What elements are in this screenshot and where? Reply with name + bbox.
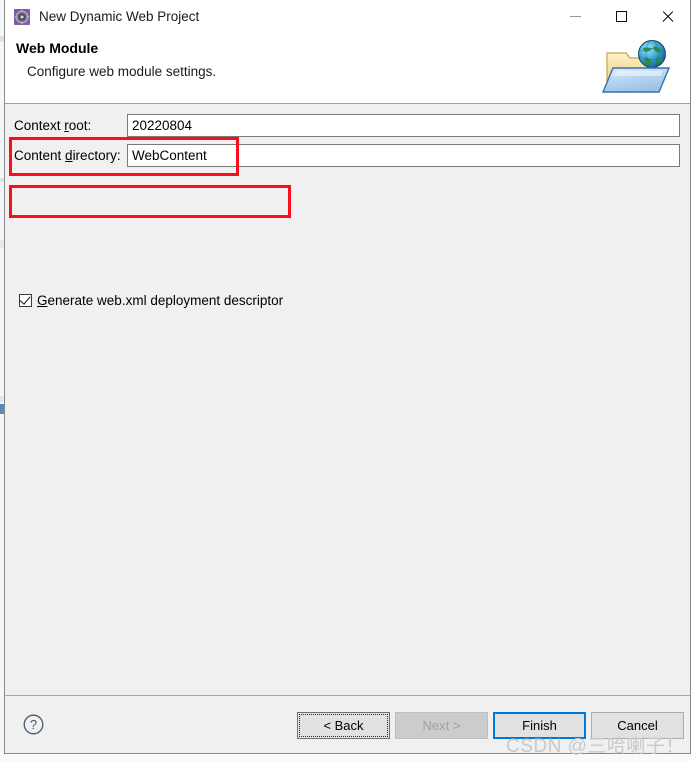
- content-directory-label: Content directory:: [14, 148, 121, 163]
- close-button[interactable]: [644, 0, 690, 33]
- title-bar: New Dynamic Web Project: [5, 0, 690, 33]
- help-icon[interactable]: ?: [23, 714, 44, 735]
- minimize-button[interactable]: [552, 0, 598, 33]
- wizard-header: Web Module Configure web module settings…: [5, 33, 690, 104]
- page-title: Web Module: [16, 40, 99, 56]
- new-dynamic-web-project-dialog: New Dynamic Web Project Web Module Confi…: [4, 0, 691, 754]
- dialog-button-bar: < Back Next > Finish Cancel: [297, 712, 684, 739]
- check-icon: [19, 293, 31, 305]
- cancel-button[interactable]: Cancel: [591, 712, 684, 739]
- context-root-input[interactable]: [127, 114, 680, 137]
- annotation-box-generate-webxml: [9, 185, 291, 218]
- window-controls: [552, 0, 690, 33]
- context-root-row: Context root:: [5, 114, 690, 139]
- svg-text:?: ?: [30, 717, 37, 732]
- generate-webxml-label: Generate web.xml deployment descriptor: [37, 293, 284, 308]
- generate-webxml-checkbox-row[interactable]: Generate web.xml deployment descriptor: [19, 293, 283, 308]
- generate-webxml-checkbox[interactable]: [19, 293, 32, 307]
- minimize-icon: [569, 16, 581, 17]
- wizard-body: Context root: Content directory: Generat…: [5, 104, 690, 695]
- web-folder-globe-icon: [597, 37, 681, 99]
- wizard-gear-icon: [14, 8, 30, 25]
- maximize-icon: [615, 11, 627, 22]
- window-title: New Dynamic Web Project: [39, 9, 200, 24]
- close-icon: [661, 10, 674, 23]
- back-button[interactable]: < Back: [297, 712, 390, 739]
- maximize-button[interactable]: [598, 0, 644, 33]
- dialog-footer: ? < Back Next > Finish Cancel: [5, 695, 690, 753]
- context-root-label: Context root:: [14, 118, 92, 133]
- content-directory-input[interactable]: [127, 144, 680, 167]
- finish-button[interactable]: Finish: [493, 712, 586, 739]
- next-button: Next >: [395, 712, 488, 739]
- content-directory-row: Content directory:: [5, 144, 690, 169]
- page-description: Configure web module settings.: [27, 64, 217, 79]
